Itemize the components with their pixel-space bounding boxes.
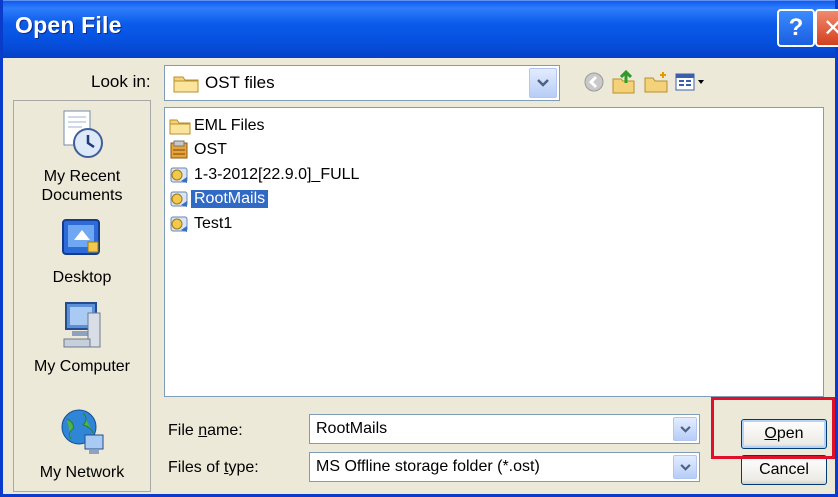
- file-type-value: MS Offline storage folder (*.ost): [316, 458, 540, 475]
- look-in-label: Look in:: [91, 72, 151, 91]
- place-label: Documents: [41, 187, 123, 204]
- list-item[interactable]: Test1: [169, 212, 232, 236]
- close-button[interactable]: ✕: [815, 9, 838, 47]
- recent-documents-icon: [63, 110, 103, 158]
- file-name-value: RootMails: [316, 420, 388, 437]
- up-folder-icon: [612, 69, 635, 94]
- file-name: EML Files: [194, 117, 265, 134]
- list-item[interactable]: OST: [169, 138, 227, 162]
- place-label: My Computer: [33, 358, 131, 375]
- new-folder-icon: [644, 72, 668, 93]
- close-icon: ✕: [822, 14, 838, 42]
- chevron-down-icon: [679, 463, 691, 471]
- place-label: Desktop: [52, 269, 112, 286]
- chevron-down-icon: [679, 425, 691, 433]
- file-name-dropdown-button[interactable]: [673, 417, 697, 441]
- desktop-icon: [62, 219, 100, 255]
- file-type-dropdown-button[interactable]: [673, 455, 697, 479]
- my-computer-icon: [63, 302, 101, 348]
- help-button[interactable]: ?: [777, 9, 815, 47]
- file-name: 1-3-2012[22.9.0]_FULL: [194, 166, 360, 183]
- list-item-selected[interactable]: RootMails: [169, 187, 269, 211]
- folder-icon: [173, 76, 199, 93]
- file-name: Test1: [194, 215, 233, 232]
- views-menu-icon: [675, 73, 704, 91]
- list-item[interactable]: EML Files: [169, 114, 265, 138]
- place-label: My Network: [39, 464, 125, 481]
- list-item[interactable]: 1-3-2012[22.9.0]_FULL: [169, 163, 359, 187]
- back-icon: [584, 72, 604, 92]
- place-label: My Recent: [43, 168, 121, 185]
- dialog-title: Open File: [15, 12, 122, 38]
- open-file-dialog: Open File ? ✕ Look in: OST files My Rece…: [0, 0, 838, 497]
- up-one-level-button[interactable]: [610, 67, 638, 97]
- help-icon: ?: [788, 14, 804, 41]
- places-bar: My Recent Documents Desktop My Computer …: [13, 100, 151, 492]
- title-bar[interactable]: Open File ? ✕: [3, 0, 838, 58]
- mail-folder-icon: [170, 216, 188, 232]
- my-network-icon: [61, 409, 104, 454]
- look-in-value: OST files: [205, 73, 275, 92]
- mail-folder-icon: [170, 167, 188, 183]
- mail-folder-icon: [170, 191, 188, 207]
- file-list[interactable]: EML Files OST 1-3-2012[22.9.0]_FULL Root…: [164, 107, 824, 397]
- open-button-highlight: [711, 397, 835, 459]
- file-type-dropdown[interactable]: MS Offline storage folder (*.ost): [309, 452, 700, 482]
- file-type-label: Files of type:: [168, 459, 259, 476]
- folder-icon: [169, 119, 191, 135]
- file-name: OST: [194, 141, 227, 158]
- cancel-button[interactable]: Cancel: [741, 455, 827, 485]
- look-in-dropdown-button[interactable]: [529, 68, 557, 98]
- file-name: RootMails: [191, 190, 269, 208]
- file-name-input[interactable]: RootMails: [309, 414, 700, 444]
- chevron-down-icon: [537, 79, 549, 87]
- create-new-folder-button[interactable]: [642, 67, 670, 97]
- look-in-dropdown[interactable]: OST files: [164, 65, 560, 101]
- back-button[interactable]: [580, 67, 608, 97]
- file-name-label: File name:: [168, 422, 243, 439]
- views-menu-button[interactable]: [673, 67, 709, 97]
- ost-file-icon: [170, 140, 188, 159]
